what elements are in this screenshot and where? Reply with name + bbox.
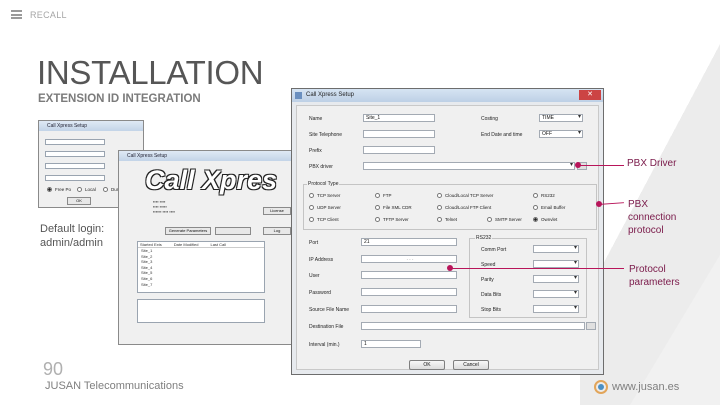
jusan-logo-icon: [594, 380, 608, 394]
protocol-radio[interactable]: Cloud/Local TCP Server: [437, 193, 493, 198]
source-file-field[interactable]: [361, 305, 457, 313]
port-field[interactable]: 21: [361, 238, 457, 246]
small-radio[interactable]: Local: [77, 187, 96, 192]
interval-label: Interval (min.): [309, 342, 340, 348]
site-telephone-field[interactable]: [363, 130, 435, 138]
callout-line: [578, 165, 624, 166]
data-bits-select[interactable]: [533, 290, 579, 298]
callout-protocol-parameters: Protocol parameters: [629, 264, 680, 288]
prefix-field[interactable]: [363, 146, 435, 154]
cancel-button[interactable]: Cancel: [453, 360, 489, 370]
password-label: Password: [309, 290, 331, 296]
callout-dot: [596, 201, 602, 207]
protocol-radio[interactable]: File XML CDR: [375, 205, 412, 210]
callout-dot: [575, 162, 581, 168]
callxpress-window: Call Xpress Setup Call Xpres ▪▪▪▪ ▪▪▪▪ ▪▪…: [118, 150, 298, 345]
close-icon[interactable]: ✕: [579, 90, 601, 100]
user-field[interactable]: [361, 271, 457, 279]
sites-list[interactable]: Started Exts Date Modified Last Call Site_…: [137, 241, 265, 293]
list-items: Site_1 Site_2 Site_3 Site_4 Site_5 Site_…: [138, 248, 264, 287]
protocol-radio[interactable]: FTP: [375, 193, 392, 198]
comm-port-label: Comm Port: [481, 247, 507, 253]
site-telephone-label: Site Telephone: [309, 132, 342, 138]
setup-titlebar: Call Xpress Setup ✕: [292, 89, 603, 102]
stop-bits-select[interactable]: [533, 305, 579, 313]
small-field[interactable]: [45, 151, 105, 157]
license-info: ▪▪▪▪ ▪▪▪▪ ▪▪▪▪ ▪▪▪▪▪ ▪▪▪▪▪▪ ▪▪▪▪ ▪▪▪▪: [153, 199, 176, 214]
disabled-button[interactable]: [215, 227, 251, 235]
ip-field[interactable]: . . .: [361, 255, 457, 263]
prefix-label: Prefix: [309, 148, 322, 154]
protocol-radio[interactable]: RS232: [533, 193, 555, 198]
log-list[interactable]: [137, 299, 265, 323]
callout-line: [450, 268, 624, 269]
costing-label: Costing: [481, 116, 498, 122]
protocol-radio[interactable]: SMTP Server: [487, 217, 522, 222]
log-button[interactable]: Log: [263, 227, 291, 235]
page-subtitle: EXTENSION ID INTEGRATION: [38, 93, 201, 105]
protocol-radio[interactable]: TCP Client: [309, 217, 339, 222]
parity-label: Parity: [481, 277, 494, 283]
callout-pbx-driver: PBX Driver: [627, 158, 677, 169]
callout-connection-protocol: PBX connection protocol: [628, 199, 677, 236]
small-radio[interactable]: Free Po: [47, 187, 71, 192]
page-title: INSTALLATION: [37, 54, 264, 91]
source-file-label: Source File Name: [309, 307, 350, 313]
port-label: Port: [309, 240, 319, 246]
setup-panel: Name Site_1 Site Telephone Prefix PBX dr…: [296, 105, 599, 370]
generate-parameters-button[interactable]: Generate Parameters: [165, 227, 211, 235]
protocol-radio[interactable]: Ownvlet: [533, 217, 557, 222]
comm-port-select[interactable]: [533, 245, 579, 253]
small-field[interactable]: [45, 163, 105, 169]
interval-field[interactable]: 1: [361, 340, 421, 348]
protocol-radio[interactable]: TFTP Server: [375, 217, 409, 222]
pbx-driver-label: PBX driver: [309, 164, 333, 170]
small-window-titlebar: Call Xpress Setup: [39, 121, 143, 131]
ok-button[interactable]: OK: [409, 360, 445, 370]
small-ok-button[interactable]: OK: [67, 197, 91, 205]
license-button[interactable]: License: [263, 207, 291, 215]
protocol-radio[interactable]: Telnet: [437, 217, 457, 222]
destination-browse-button[interactable]: [586, 322, 596, 330]
recall-label: RECALL: [30, 10, 67, 20]
end-date-select[interactable]: OFF: [539, 130, 583, 138]
website-url[interactable]: www.jusan.es: [612, 381, 679, 393]
small-field[interactable]: [45, 175, 105, 181]
app-icon: [295, 92, 302, 99]
company-name: JUSAN Telecommunications: [45, 380, 184, 392]
slide: RECALL INSTALLATION EXTENSION ID INTEGRA…: [0, 0, 720, 405]
name-label: Name: [309, 116, 323, 122]
protocol-radio[interactable]: Cloud/Local FTP Client: [437, 205, 491, 210]
parity-select[interactable]: [533, 275, 579, 283]
menu-icon[interactable]: [11, 10, 22, 19]
stop-bits-label: Stop Bits: [481, 307, 502, 313]
small-field[interactable]: [45, 139, 105, 145]
data-bits-label: Data Bits: [481, 292, 502, 298]
protocol-radio[interactable]: Email Buffer: [533, 205, 565, 210]
destination-file-label: Destination File: [309, 324, 344, 330]
speed-select[interactable]: [533, 260, 579, 268]
protocol-radio[interactable]: TCP Server: [309, 193, 340, 198]
rs232-title: RS232: [475, 235, 493, 241]
user-label: User: [309, 273, 320, 279]
footer-website[interactable]: www.jusan.es: [594, 380, 679, 394]
destination-file-field[interactable]: [361, 322, 585, 330]
callxpress-titlebar: Call Xpress Setup: [119, 151, 297, 161]
ip-label: IP Address: [309, 257, 334, 263]
protocol-radio[interactable]: UDP Server: [309, 205, 341, 210]
costing-select[interactable]: TIME: [539, 114, 583, 122]
small-radio[interactable]: Dur: [103, 187, 118, 192]
name-field[interactable]: Site_1: [363, 114, 435, 122]
page-number: 90: [43, 359, 64, 379]
list-item[interactable]: Site_7: [141, 282, 264, 288]
end-date-label: End Date and time: [481, 132, 523, 138]
protocol-group-title: Protocol Type: [307, 181, 340, 187]
callout-dot: [447, 265, 453, 271]
pbx-driver-select[interactable]: [363, 162, 575, 170]
callxpress-logo: Call Xpres: [145, 165, 278, 195]
setup-window: Call Xpress Setup ✕ Name Site_1 Site Tele…: [291, 88, 604, 375]
password-field[interactable]: [361, 288, 457, 296]
